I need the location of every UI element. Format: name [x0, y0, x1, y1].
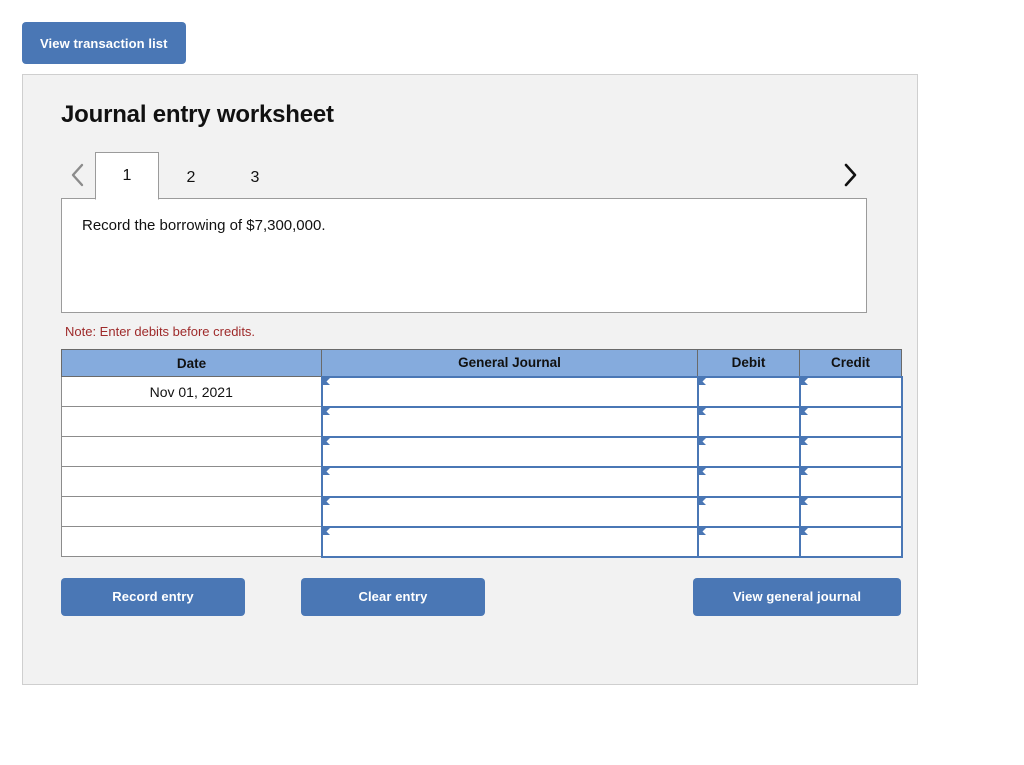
debits-before-credits-note: Note: Enter debits before credits. [65, 324, 256, 339]
chevron-right-icon [842, 162, 858, 188]
table-row [61, 465, 903, 498]
cell-credit-5[interactable] [798, 495, 903, 528]
cell-credit-1[interactable] [798, 375, 903, 408]
cell-date-2[interactable] [61, 406, 322, 437]
entry-prompt-text: Record the borrowing of $7,300,000. [82, 217, 326, 234]
cell-credit-4[interactable] [798, 465, 903, 498]
cell-debit-2[interactable] [696, 405, 801, 438]
journal-entry-panel: Journal entry worksheet 1 2 3 Record the… [22, 74, 918, 685]
column-header-credit: Credit [799, 349, 902, 377]
column-header-date: Date [61, 349, 322, 377]
cell-debit-1[interactable] [696, 375, 801, 408]
journal-entry-table: Date General Journal Debit Credit Nov 01… [61, 349, 903, 558]
worksheet-tab-1-label: 1 [122, 167, 132, 184]
table-row [61, 525, 903, 558]
next-entry-button[interactable] [833, 151, 867, 199]
top-toolbar: View transaction list [0, 0, 1024, 64]
cell-general-journal-6[interactable] [320, 525, 699, 558]
cell-general-journal-4[interactable] [320, 465, 699, 498]
view-general-journal-button[interactable]: View general journal [693, 577, 901, 616]
column-header-general-journal: General Journal [321, 349, 698, 377]
table-row [61, 405, 903, 438]
cell-general-journal-1[interactable] [320, 375, 699, 408]
prev-entry-button[interactable] [61, 151, 95, 199]
chevron-left-icon [70, 162, 86, 188]
cell-credit-6[interactable] [798, 525, 903, 558]
panel-content: Journal entry worksheet 1 2 3 Record the… [23, 75, 917, 616]
cell-debit-6[interactable] [696, 525, 801, 558]
worksheet-tab-3[interactable]: 3 [223, 155, 287, 199]
cell-debit-5[interactable] [696, 495, 801, 528]
cell-date-1[interactable]: Nov 01, 2021 [61, 376, 322, 407]
record-entry-button[interactable]: Record entry [61, 577, 245, 616]
cell-date-4[interactable] [61, 466, 322, 497]
table-row [61, 435, 903, 468]
page-title: Journal entry worksheet [61, 101, 334, 128]
cell-general-journal-3[interactable] [320, 435, 699, 468]
table-header-row: Date General Journal Debit Credit [61, 349, 902, 377]
cell-debit-3[interactable] [696, 435, 801, 468]
cell-general-journal-5[interactable] [320, 495, 699, 528]
cell-credit-3[interactable] [798, 435, 903, 468]
cell-general-journal-2[interactable] [320, 405, 699, 438]
worksheet-tab-1[interactable]: 1 [95, 152, 159, 200]
worksheet-actions: Record entry Clear entry View general jo… [61, 577, 901, 616]
table-row [61, 495, 903, 528]
clear-entry-button[interactable]: Clear entry [301, 577, 485, 616]
worksheet-tab-2-label: 2 [186, 168, 196, 186]
cell-credit-2[interactable] [798, 405, 903, 438]
cell-date-3[interactable] [61, 436, 322, 467]
cell-debit-4[interactable] [696, 465, 801, 498]
cell-date-6[interactable] [61, 526, 322, 557]
cell-date-5[interactable] [61, 496, 322, 527]
worksheet-tab-3-label: 3 [250, 168, 260, 186]
entry-prompt-box: Record the borrowing of $7,300,000. [61, 198, 867, 313]
worksheet-tab-2[interactable]: 2 [159, 155, 223, 199]
worksheet-tab-bar: 1 2 3 [61, 151, 867, 200]
table-row: Nov 01, 2021 [61, 375, 903, 408]
view-transaction-list-button[interactable]: View transaction list [22, 22, 186, 64]
column-header-debit: Debit [697, 349, 800, 377]
